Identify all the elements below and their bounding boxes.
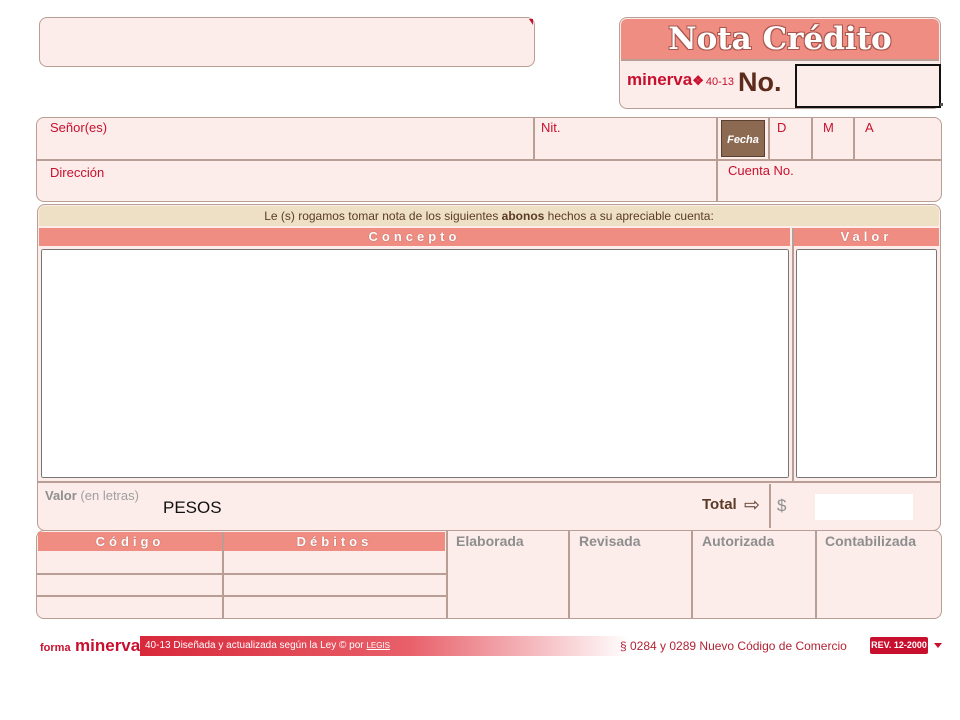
footer-brand: forma minerva❖: [40, 636, 152, 656]
senores-label: Señor(es): [50, 120, 108, 135]
footer-minerva: minerva: [75, 636, 141, 655]
day-field[interactable]: [770, 137, 808, 157]
revisada-field[interactable]: [572, 555, 688, 615]
codigo-row-2[interactable]: [40, 576, 220, 594]
contabilizada-label: Contabilizada: [825, 533, 917, 549]
small-dot: [940, 103, 943, 106]
notice-text-before: Le (s) rogamos tomar nota de los siguien…: [264, 209, 502, 223]
concepto-area[interactable]: [41, 249, 789, 478]
valor-area[interactable]: [796, 249, 937, 478]
notice-text-bold: abonos: [501, 209, 545, 223]
currency-symbol: $: [777, 496, 787, 515]
footer-right-text: § 0284 y 0289 Nuevo Código de Comercio: [620, 639, 847, 653]
cuenta-field[interactable]: [720, 180, 938, 200]
senores-field[interactable]: [40, 137, 528, 157]
direccion-label: Dirección: [50, 165, 105, 180]
document-number-field[interactable]: [795, 64, 941, 108]
cuenta-label: Cuenta No.: [728, 163, 794, 178]
concepto-header: Concepto: [39, 228, 790, 246]
pesos-text: PESOS: [163, 498, 222, 517]
contabilizada-field[interactable]: [819, 555, 938, 615]
valor-word: Valor: [45, 488, 77, 503]
form-code: 40-13: [705, 76, 734, 88]
autorizada-field[interactable]: [695, 555, 812, 615]
codigo-row-1[interactable]: [40, 553, 220, 571]
footer-left-text: 40-13 Diseñada y actualizada según la Le…: [145, 640, 390, 651]
footer-triangle-icon: [934, 643, 942, 648]
total-field[interactable]: [815, 494, 913, 520]
fecha-badge: Fecha: [721, 120, 765, 157]
debitos-row-2[interactable]: [226, 576, 444, 594]
nit-field[interactable]: [537, 137, 712, 157]
brand-name: minerva: [627, 70, 693, 89]
total-label: Total: [702, 496, 737, 513]
month-label: M: [823, 120, 834, 135]
document-title: Nota Crédito: [668, 21, 892, 57]
footer-law-text: 40-13 Diseñada y actualizada según la Le…: [145, 640, 364, 651]
direccion-field[interactable]: [40, 180, 712, 200]
brand-emblem-icon: ❖: [692, 73, 704, 88]
elaborada-label: Elaborada: [456, 533, 524, 549]
nit-label: Nit.: [541, 120, 561, 135]
month-field[interactable]: [813, 137, 851, 157]
arrow-right-icon: ⇨: [744, 495, 760, 516]
rev-badge: REV. 12-2000: [870, 637, 928, 654]
footer-legis-logo: LEGIS: [366, 641, 390, 650]
year-label: A: [865, 120, 874, 135]
autorizada-label: Autorizada: [702, 533, 775, 549]
codigo-header: Código: [38, 532, 222, 551]
footer-forma: forma: [40, 642, 71, 654]
codigo-row-3[interactable]: [40, 598, 220, 616]
brand-logo: minerva❖ 40-13: [627, 70, 734, 90]
elaborada-field[interactable]: [450, 555, 565, 615]
notice-bar: Le (s) rogamos tomar nota de los siguien…: [39, 206, 939, 226]
year-field[interactable]: [855, 137, 937, 157]
number-label: No.: [738, 67, 782, 97]
debitos-row-1[interactable]: [226, 553, 444, 571]
valor-letras-label: Valor (en letras): [45, 488, 139, 503]
corner-mark: [529, 19, 533, 25]
fecha-label: Fecha: [727, 134, 759, 146]
day-label: D: [777, 120, 787, 135]
debitos-header: Débitos: [224, 532, 445, 551]
valor-header: Valor: [794, 228, 939, 246]
en-letras-word: (en letras): [80, 488, 139, 503]
revisada-label: Revisada: [579, 533, 641, 549]
debitos-row-3[interactable]: [226, 598, 444, 616]
company-info-box[interactable]: [39, 17, 535, 67]
notice-text-after: hechos a su apreciable cuenta:: [544, 209, 714, 223]
